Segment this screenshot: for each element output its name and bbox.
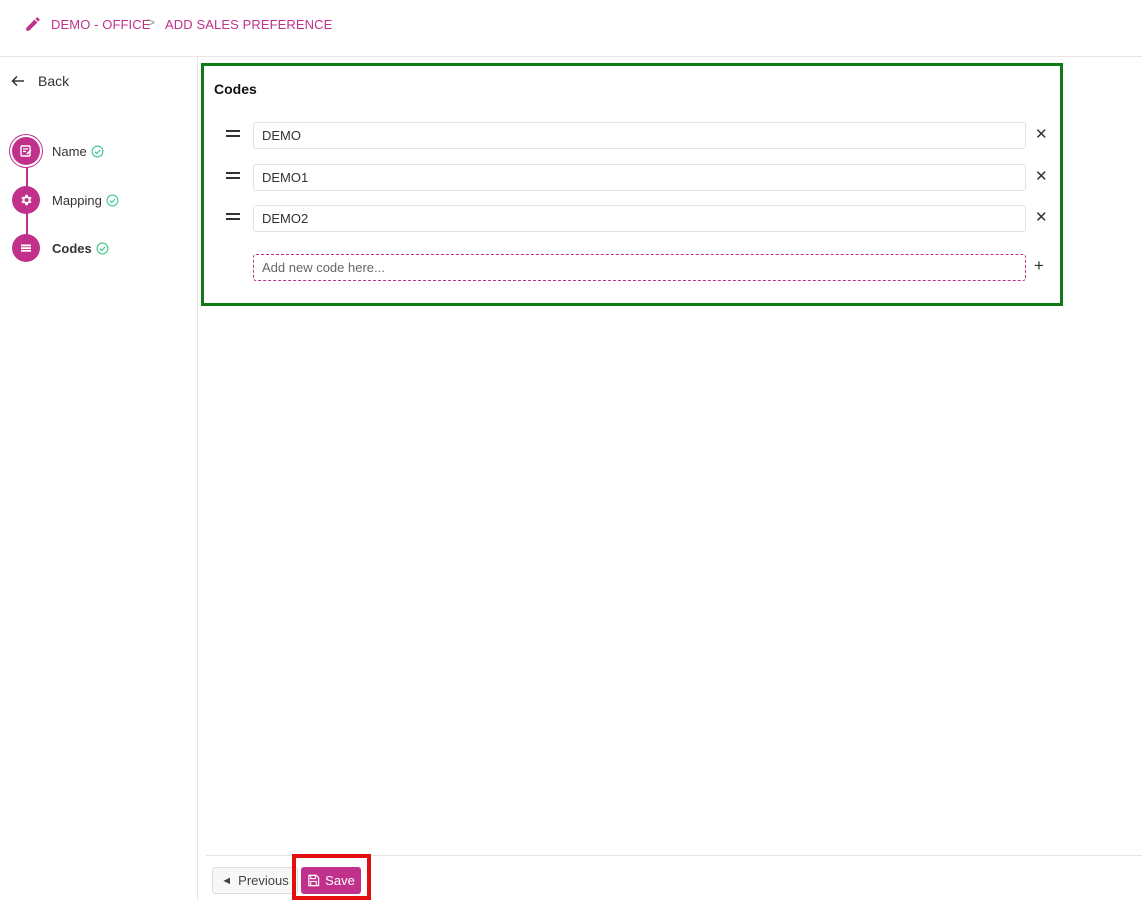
code-input[interactable] — [253, 164, 1026, 191]
list-icon — [21, 244, 31, 252]
previous-label: Previous — [238, 873, 289, 888]
step-dot — [12, 137, 40, 165]
code-input[interactable] — [253, 122, 1026, 149]
add-icon[interactable]: + — [1034, 256, 1044, 276]
edit-note-icon — [20, 145, 32, 157]
pencil-icon — [26, 17, 40, 31]
breadcrumb-office[interactable]: DEMO - OFFICE — [51, 17, 151, 32]
floppy-disk-icon — [308, 874, 320, 887]
step-label: Mapping — [52, 192, 102, 208]
step-codes[interactable]: Codes — [12, 234, 109, 262]
step-dot — [12, 186, 40, 214]
step-label: Codes — [52, 240, 92, 256]
codes-panel: Codes ✕ ✕ ✕ + — [201, 63, 1063, 306]
drag-handle-icon[interactable] — [226, 213, 240, 223]
drag-handle-icon[interactable] — [226, 130, 240, 140]
step-label: Name — [52, 143, 87, 159]
breadcrumb-separator: > — [147, 14, 156, 30]
step-mapping[interactable]: Mapping — [12, 186, 119, 214]
previous-button[interactable]: ◄ Previous — [212, 867, 298, 894]
code-row: ✕ — [226, 122, 1056, 149]
save-label: Save — [325, 873, 355, 888]
gear-icon — [21, 194, 32, 206]
breadcrumb-current-page: ADD SALES PREFERENCE — [165, 17, 333, 32]
top-bar: DEMO - OFFICE > ADD SALES PREFERENCE — [0, 0, 1142, 57]
code-row: ✕ — [226, 164, 1056, 191]
save-button[interactable]: Save — [301, 867, 361, 894]
sidebar: Back Name Mapping Codes — [0, 57, 198, 900]
back-label: Back — [38, 73, 70, 89]
code-row: ✕ — [226, 205, 1056, 232]
remove-icon[interactable]: ✕ — [1035, 125, 1048, 143]
back-button[interactable]: Back — [10, 73, 69, 89]
codes-title: Codes — [214, 81, 257, 97]
check-circle-icon — [91, 145, 104, 157]
arrow-left-icon: ◄ — [221, 874, 233, 887]
check-circle-icon — [96, 242, 109, 254]
remove-icon[interactable]: ✕ — [1035, 208, 1048, 226]
arrow-left-icon — [11, 75, 24, 87]
new-code-row: + — [226, 254, 1056, 281]
step-name[interactable]: Name — [12, 137, 104, 165]
remove-icon[interactable]: ✕ — [1035, 167, 1048, 185]
drag-handle-icon[interactable] — [226, 172, 240, 182]
new-code-input[interactable] — [253, 254, 1026, 281]
check-circle-icon — [106, 194, 119, 206]
step-dot — [12, 234, 40, 262]
code-input[interactable] — [253, 205, 1026, 232]
